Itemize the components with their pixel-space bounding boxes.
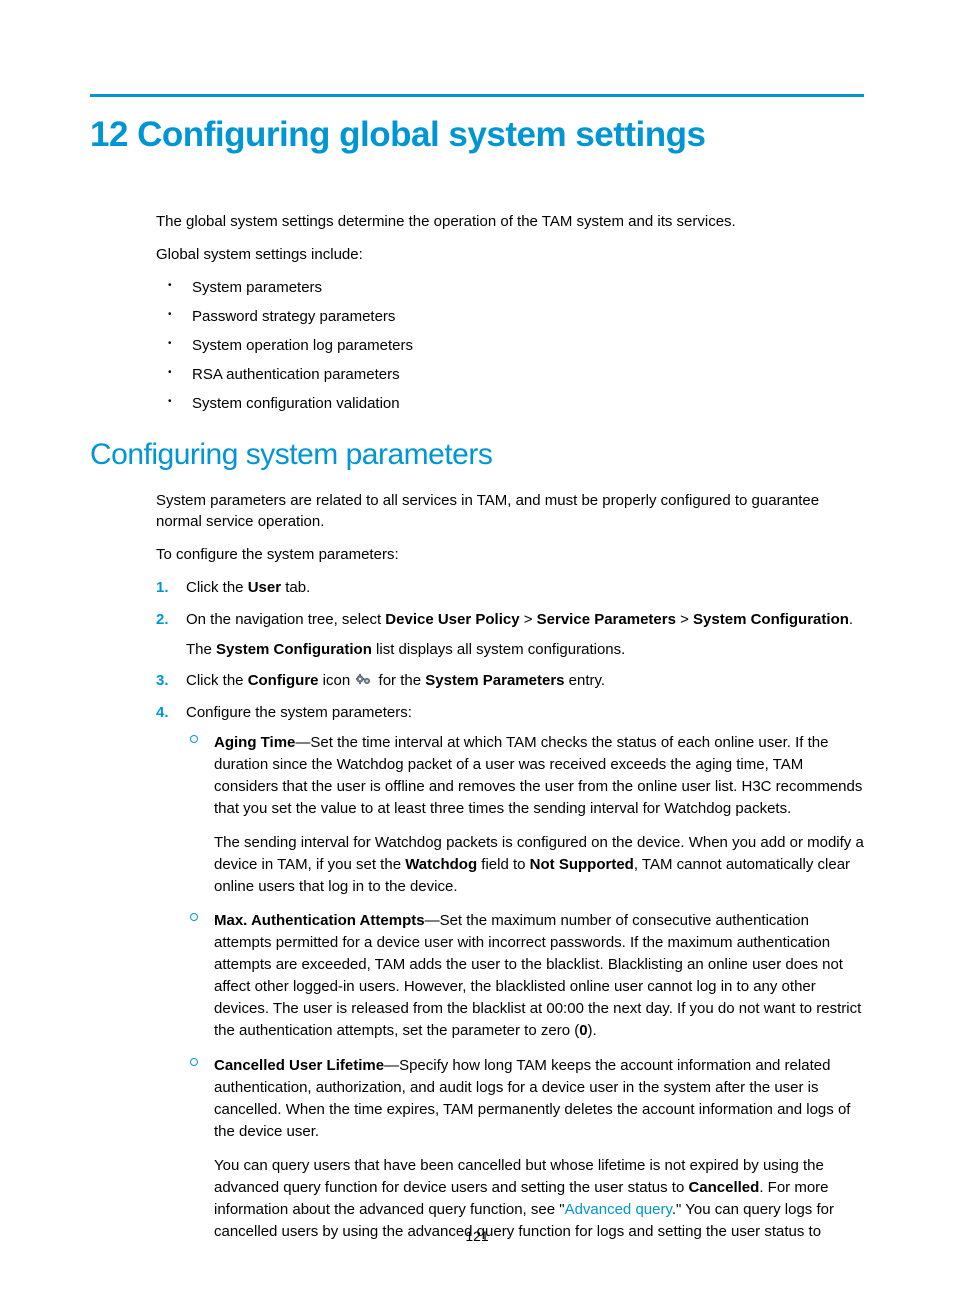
section-paragraph-1: System parameters are related to all ser… — [156, 490, 864, 532]
param-list: Aging Time—Set the time interval at whic… — [186, 732, 864, 1243]
intro-paragraph-1: The global system settings determine the… — [156, 211, 864, 232]
intro-paragraph-2: Global system settings include: — [156, 244, 864, 265]
section-title: Configuring system parameters — [90, 438, 864, 472]
step-text: Click the — [186, 672, 248, 689]
step-sub-text: The System Configuration list displays a… — [186, 639, 864, 661]
step-text: entry. — [565, 672, 606, 689]
bold-text: Not Supported — [530, 856, 634, 873]
bold-text: Service Parameters — [537, 611, 676, 628]
bold-text: Configure — [248, 672, 319, 689]
bold-text: Watchdog — [405, 856, 477, 873]
top-rule — [90, 94, 864, 97]
step-text: icon — [319, 672, 355, 689]
circle-bullet-icon — [190, 735, 198, 743]
step-text: tab. — [281, 579, 310, 596]
bold-text: System Parameters — [425, 672, 564, 689]
param-cancelled-lifetime: Cancelled User Lifetime—Specify how long… — [186, 1055, 864, 1243]
configure-icon — [356, 670, 372, 692]
param-aging-time: Aging Time—Set the time interval at whic… — [186, 732, 864, 898]
bold-text: Cancelled — [688, 1179, 759, 1196]
circle-bullet-icon — [190, 1058, 198, 1066]
intro-bullet-list: System parameters Password strategy para… — [156, 277, 864, 414]
param-text: field to — [477, 856, 530, 873]
step-number: 4. — [156, 702, 169, 724]
param-text: —Set the maximum number of consecutive a… — [214, 912, 861, 1039]
section-paragraph-2: To configure the system parameters: — [156, 544, 864, 565]
step-text: . — [849, 611, 853, 628]
step-4: 4. Configure the system parameters: Agin… — [156, 702, 864, 1243]
advanced-query-link[interactable]: Advanced query — [565, 1201, 672, 1218]
step-text: > — [676, 611, 693, 628]
chapter-title: 12 Configuring global system settings — [90, 115, 864, 155]
step-number: 2. — [156, 609, 169, 631]
param-label: Max. Authentication Attempts — [214, 912, 425, 929]
bold-text: System Configuration — [216, 641, 372, 658]
bold-text: System Configuration — [693, 611, 849, 628]
step-text: The — [186, 641, 216, 658]
bold-text: Device User Policy — [385, 611, 519, 628]
bullet-item: Password strategy parameters — [156, 306, 864, 327]
param-label: Cancelled User Lifetime — [214, 1057, 384, 1074]
step-1: 1. Click the User tab. — [156, 577, 864, 599]
param-label: Aging Time — [214, 734, 295, 751]
bold-text: User — [248, 579, 281, 596]
bold-text: 0 — [579, 1022, 587, 1039]
step-text: Click the — [186, 579, 248, 596]
step-number: 1. — [156, 577, 169, 599]
circle-bullet-icon — [190, 913, 198, 921]
bullet-item: RSA authentication parameters — [156, 364, 864, 385]
param-text: —Set the time interval at which TAM chec… — [214, 734, 862, 817]
param-max-auth: Max. Authentication Attempts—Set the max… — [186, 910, 864, 1042]
param-follow: The sending interval for Watchdog packet… — [214, 832, 864, 898]
param-text: ). — [588, 1022, 597, 1039]
bullet-item: System operation log parameters — [156, 335, 864, 356]
step-text: list displays all system configurations. — [372, 641, 625, 658]
bullet-item: System configuration validation — [156, 393, 864, 414]
step-2: 2. On the navigation tree, select Device… — [156, 609, 864, 661]
step-text: > — [520, 611, 537, 628]
page-number: 121 — [0, 1228, 954, 1244]
step-number: 3. — [156, 670, 169, 692]
steps-list: 1. Click the User tab. 2. On the navigat… — [156, 577, 864, 1243]
step-3: 3. Click the Configure icon for the Syst… — [156, 670, 864, 692]
step-text: Configure the system parameters: — [186, 704, 412, 721]
bullet-item: System parameters — [156, 277, 864, 298]
step-text: On the navigation tree, select — [186, 611, 385, 628]
step-text: for the — [379, 672, 426, 689]
